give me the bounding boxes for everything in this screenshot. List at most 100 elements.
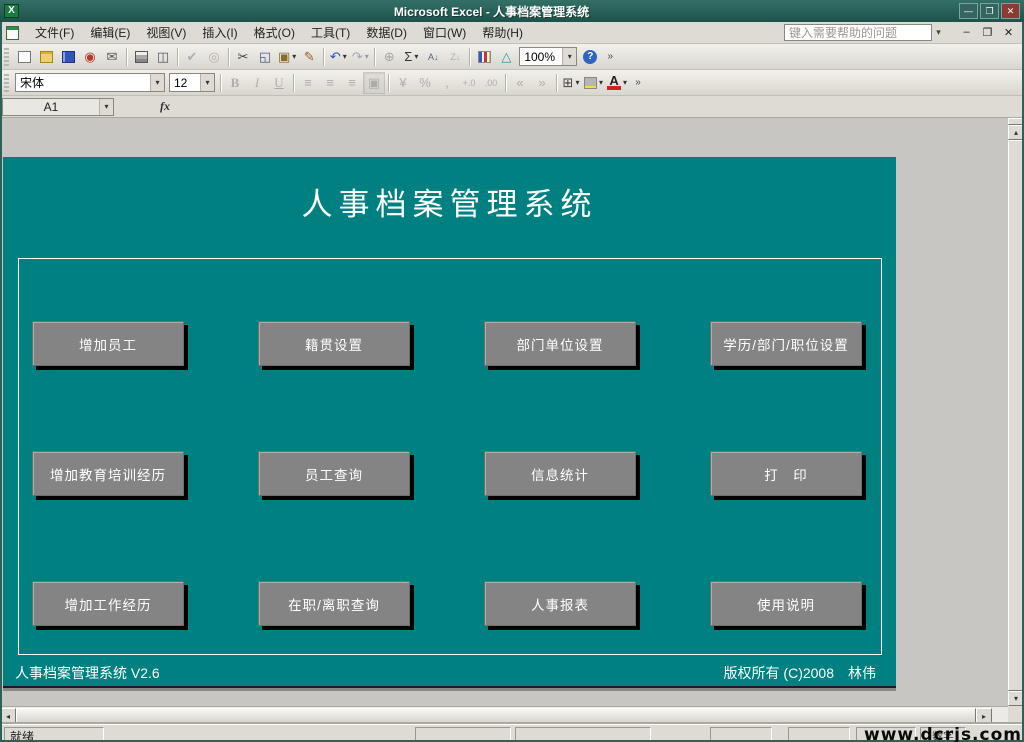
currency-style-icon[interactable]: ¥ — [392, 72, 414, 94]
italic-glyph: I — [254, 74, 260, 90]
usage-instructions-button[interactable]: 使用说明 — [710, 581, 862, 626]
toolbar-options-standard-icon[interactable]: » — [604, 51, 616, 62]
formula-input[interactable] — [180, 98, 1021, 116]
percent-style-icon[interactable]: % — [414, 72, 436, 94]
menu-item-format[interactable]: 格式(O) — [246, 21, 303, 44]
undo-glyph: ↶ — [329, 48, 341, 64]
print-preview-glyph: ◫ — [156, 48, 170, 64]
print-button[interactable]: 打 印 — [710, 451, 862, 496]
employee-query-button[interactable]: 员工查询 — [258, 451, 410, 496]
redo-dropdown-icon[interactable]: ▾ — [365, 52, 369, 61]
align-center-icon[interactable]: ≡ — [319, 72, 341, 94]
increase-indent-icon[interactable]: » — [531, 72, 553, 94]
fill-color-icon[interactable]: ▾ — [582, 72, 605, 94]
permission-icon[interactable]: ◉ — [79, 46, 101, 68]
doc-close-button[interactable]: ✕ — [1001, 26, 1016, 39]
print-icon[interactable] — [130, 46, 152, 68]
window-frame-left — [0, 22, 2, 742]
borders-icon[interactable]: ⊞ ▾ — [560, 72, 582, 94]
doc-restore-button[interactable]: ❐ — [980, 26, 995, 39]
minimize-button[interactable]: — — [959, 3, 978, 19]
menu-item-window[interactable]: 窗口(W) — [415, 21, 474, 44]
name-box[interactable]: A1 ▾ — [2, 97, 114, 116]
italic-icon[interactable]: I — [246, 72, 268, 94]
decrease-indent-icon[interactable]: « — [509, 72, 531, 94]
undo-dropdown-icon[interactable]: ▾ — [343, 52, 347, 61]
menu-item-edit[interactable]: 编辑(E) — [82, 21, 138, 44]
zoom-combo[interactable]: 100% ▾ — [519, 47, 578, 66]
font-size-combo-dropdown-icon[interactable]: ▾ — [200, 74, 214, 91]
save-icon[interactable] — [57, 46, 79, 68]
sort-ascending-icon[interactable]: A↓ — [422, 46, 444, 68]
font-color-dropdown-icon[interactable]: ▾ — [623, 78, 627, 87]
menu-item-help[interactable]: 帮助(H) — [474, 21, 531, 44]
underline-icon[interactable]: U — [268, 72, 290, 94]
undo-icon[interactable]: ↶ ▾ — [327, 46, 349, 68]
menu-item-data[interactable]: 数据(D) — [358, 21, 415, 44]
scroll-right-icon[interactable]: ▸ — [976, 708, 992, 724]
horizontal-scroll-thumb[interactable] — [16, 708, 976, 723]
font-combo-dropdown-icon[interactable]: ▾ — [150, 74, 164, 91]
paste-dropdown-icon[interactable]: ▾ — [292, 52, 296, 61]
add-education-training-button[interactable]: 增加教育培训经历 — [32, 451, 184, 496]
font-color-icon[interactable]: A ▾ — [605, 72, 629, 94]
align-right-icon[interactable]: ≡ — [341, 72, 363, 94]
close-button[interactable]: ✕ — [1001, 3, 1020, 19]
name-box-dropdown-icon[interactable]: ▾ — [99, 98, 113, 115]
native-place-settings-button[interactable]: 籍贯设置 — [258, 321, 410, 366]
zoom-combo-dropdown-icon[interactable]: ▾ — [562, 48, 577, 65]
personnel-report-button[interactable]: 人事报表 — [484, 581, 636, 626]
toolbar-options-formatting-icon[interactable]: » — [632, 77, 644, 88]
toolbar-separator — [293, 73, 294, 92]
active-resigned-query-button[interactable]: 在职/离职查询 — [258, 581, 410, 626]
department-unit-settings-button[interactable]: 部门单位设置 — [484, 321, 636, 366]
font-size-combo[interactable]: 12 ▾ — [169, 73, 215, 92]
increase-decimal-glyph: +.0 — [462, 77, 476, 88]
comma-style-icon[interactable]: , — [436, 72, 458, 94]
menu-item-file[interactable]: 文件(F) — [27, 21, 82, 44]
print-preview-icon[interactable]: ◫ — [152, 46, 174, 68]
copy-icon[interactable]: ◱ — [254, 46, 276, 68]
insert-function-icon[interactable]: fx — [160, 99, 170, 114]
horizontal-scrollbar[interactable]: ◂ ▸ — [0, 706, 1008, 724]
help-icon[interactable]: ? — [579, 46, 601, 68]
align-left-icon[interactable]: ≡ — [297, 72, 319, 94]
toolbar-separator — [220, 73, 221, 92]
menu-item-view[interactable]: 视图(V) — [138, 21, 194, 44]
open-folder-icon[interactable] — [35, 46, 57, 68]
toolbar-grip — [4, 47, 9, 66]
increase-decimal-icon[interactable]: +.0 — [458, 72, 480, 94]
bold-icon[interactable]: B — [224, 72, 246, 94]
redo-icon[interactable]: ↷ ▾ — [349, 46, 371, 68]
chart-wizard-icon[interactable] — [473, 46, 495, 68]
research-icon[interactable]: ◎ — [203, 46, 225, 68]
doc-minimize-button[interactable]: – — [959, 26, 974, 39]
format-painter-icon[interactable]: ✎ — [298, 46, 320, 68]
font-combo-value: 宋体 — [20, 76, 45, 90]
scroll-left-icon[interactable]: ◂ — [0, 708, 16, 724]
font-combo[interactable]: 宋体 ▾ — [15, 73, 165, 92]
autosum-icon[interactable]: Σ ▾ — [400, 46, 422, 68]
add-employee-button[interactable]: 增加员工 — [32, 321, 184, 366]
hyperlink-icon[interactable]: ⊕ — [378, 46, 400, 68]
menu-item-insert[interactable]: 插入(I) — [194, 21, 245, 44]
add-work-experience-button[interactable]: 增加工作经历 — [32, 581, 184, 626]
borders-dropdown-icon[interactable]: ▾ — [575, 78, 579, 87]
email-icon[interactable]: ✉ — [101, 46, 123, 68]
fill-color-dropdown-icon[interactable]: ▾ — [599, 78, 603, 87]
info-statistics-button[interactable]: 信息统计 — [484, 451, 636, 496]
merge-center-icon[interactable]: ▣ — [363, 71, 385, 94]
drawing-icon[interactable]: △ — [495, 46, 517, 68]
menu-item-tools[interactable]: 工具(T) — [303, 21, 358, 44]
spelling-icon[interactable]: ✔ — [181, 46, 203, 68]
education-department-position-settings-button[interactable]: 学历/部门/职位设置 — [710, 321, 862, 366]
new-document-icon[interactable] — [13, 46, 35, 68]
help-question-input[interactable] — [784, 24, 932, 41]
help-dropdown-icon[interactable]: ▾ — [932, 27, 945, 38]
decrease-decimal-icon[interactable]: .00 — [480, 72, 502, 94]
paste-icon[interactable]: ▣ ▾ — [276, 46, 298, 68]
cut-icon[interactable]: ✂ — [232, 46, 254, 68]
autosum-dropdown-icon[interactable]: ▾ — [414, 52, 418, 61]
sort-descending-icon[interactable]: Z↓ — [444, 46, 466, 68]
maximize-button[interactable]: ❒ — [980, 3, 999, 19]
